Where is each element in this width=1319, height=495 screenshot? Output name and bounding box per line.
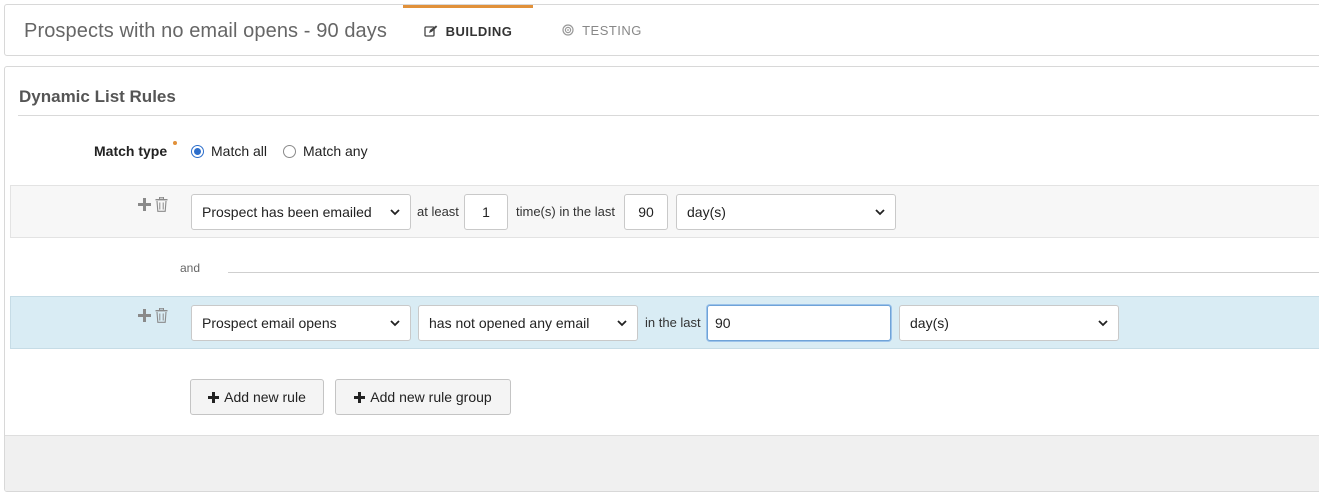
chevron-down-icon	[875, 208, 885, 215]
trash-icon[interactable]	[155, 308, 168, 323]
radio-selected-icon[interactable]	[191, 144, 204, 158]
count-input[interactable]: 1	[464, 194, 508, 230]
list-header: Prospects with no email opens - 90 days …	[4, 4, 1319, 56]
chevron-down-icon	[390, 208, 400, 215]
rule-row: Prospect has been emailed at least 1 tim…	[10, 185, 1319, 238]
rule-actions	[138, 308, 168, 323]
rule-row: Prospect email opens has not opened any …	[10, 296, 1319, 349]
tab-testing[interactable]: TESTING	[557, 5, 647, 55]
tab-building[interactable]: BUILDING	[403, 5, 533, 55]
rule-actions	[138, 197, 168, 212]
add-new-rule-label: Add new rule	[224, 389, 306, 405]
chevron-down-icon	[617, 319, 627, 326]
section-title: Dynamic List Rules	[19, 87, 176, 106]
add-new-rule-button[interactable]: Add new rule	[190, 379, 324, 415]
section-divider	[18, 115, 1319, 116]
edit-icon	[423, 25, 438, 38]
match-any-label: Match any	[303, 143, 368, 159]
tab-testing-label: TESTING	[582, 22, 642, 38]
radio-unselected-icon[interactable]	[283, 144, 296, 158]
rule-operator-select[interactable]: has not opened any email	[418, 305, 638, 341]
match-all-radio[interactable]: Match all	[191, 143, 267, 159]
rule-field-select[interactable]: Prospect has been emailed	[191, 194, 411, 230]
trash-icon[interactable]	[155, 197, 168, 212]
rule-field-select[interactable]: Prospect email opens	[191, 305, 411, 341]
add-condition-icon[interactable]	[138, 309, 151, 322]
add-condition-icon[interactable]	[138, 198, 151, 211]
match-type-label: Match type	[94, 143, 168, 159]
match-any-radio[interactable]: Match any	[283, 143, 368, 159]
conjunction-divider	[228, 272, 1319, 273]
chevron-down-icon	[390, 319, 400, 326]
rule-operator-value: has not opened any email	[429, 315, 590, 331]
period-value-input[interactable]: 90	[707, 305, 891, 341]
period-unit-select[interactable]: day(s)	[676, 194, 896, 230]
period-value-input[interactable]: 90	[624, 194, 668, 230]
period-value: 90	[638, 204, 654, 220]
plus-icon	[208, 391, 220, 403]
count-value: 1	[482, 204, 490, 220]
conjunction-label: and	[180, 261, 201, 275]
add-new-rule-group-button[interactable]: Add new rule group	[335, 379, 511, 415]
period-value: 90	[715, 315, 731, 331]
times-in-last-label: time(s) in the last	[516, 204, 615, 219]
match-all-label: Match all	[211, 143, 268, 159]
target-icon	[562, 24, 574, 36]
period-unit-value: day(s)	[910, 315, 949, 331]
period-unit-select[interactable]: day(s)	[899, 305, 1119, 341]
in-the-last-label: in the last	[645, 315, 701, 330]
plus-icon	[354, 391, 366, 403]
dynamic-list-rules-panel: Dynamic List Rules Match type Match all …	[4, 66, 1319, 492]
add-new-rule-group-label: Add new rule group	[370, 389, 492, 405]
tab-building-label: BUILDING	[445, 24, 513, 39]
chevron-down-icon	[1098, 319, 1108, 326]
panel-footer	[5, 435, 1319, 491]
page-title: Prospects with no email opens - 90 days	[24, 20, 387, 42]
rule-field-value: Prospect email opens	[202, 315, 337, 331]
required-indicator	[173, 141, 177, 145]
rule-field-value: Prospect has been emailed	[202, 204, 372, 220]
at-least-label: at least	[417, 204, 459, 219]
period-unit-value: day(s)	[687, 204, 726, 220]
